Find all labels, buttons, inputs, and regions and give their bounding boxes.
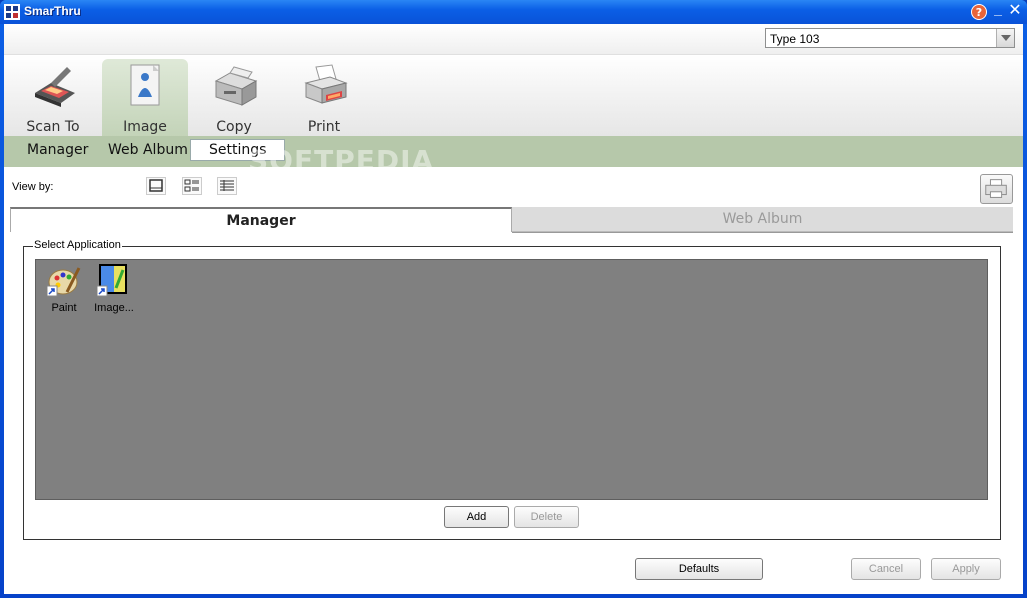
close-button[interactable]: ✕ (1007, 3, 1023, 19)
tab-copy[interactable]: Copy (191, 59, 277, 137)
view-large-icon[interactable] (146, 177, 166, 195)
section-divider (512, 232, 1013, 233)
smarthru-app-icon (4, 4, 20, 20)
view-list-icon[interactable] (217, 177, 237, 195)
image-icon (130, 64, 160, 106)
section-tabs: Manager Web Album (10, 207, 1013, 233)
client-area: Type 103 Scan To Image Copy Print Manage… (4, 24, 1023, 594)
paint-icon (47, 267, 81, 297)
image-editor-icon (97, 264, 127, 297)
printer-small-icon (985, 179, 1007, 198)
svg-text:?: ? (976, 6, 982, 19)
view-by-label: View by: (12, 181, 54, 193)
tab-print[interactable]: Print (281, 59, 367, 137)
defaults-button[interactable]: Defaults (635, 558, 763, 580)
view-details-icon[interactable] (182, 177, 202, 195)
device-combo-value: Type 103 (770, 32, 820, 46)
device-combo[interactable]: Type 103 (765, 28, 1015, 48)
print-button[interactable] (980, 174, 1013, 204)
tab-label: Scan To (26, 119, 80, 135)
view-bar: View by: (4, 167, 1023, 207)
main-tabs: Scan To Image Copy Print (4, 54, 1023, 137)
subtab-manager[interactable]: Manager (27, 142, 88, 158)
application-list[interactable]: Paint Image... (35, 259, 988, 500)
delete-button[interactable]: Delete (514, 506, 579, 528)
top-strip: Type 103 (4, 24, 1023, 54)
scanner-icon (35, 67, 75, 107)
app-window: SmarThru ? _ ✕ Type 103 Scan To Image Co… (0, 0, 1027, 598)
section-tab-manager[interactable]: Manager (10, 207, 512, 232)
window-title: SmarThru (24, 4, 81, 18)
apply-button[interactable]: Apply (931, 558, 1001, 580)
tab-image[interactable]: Image (102, 59, 188, 137)
add-button[interactable]: Add (444, 506, 509, 528)
app-label: Paint (51, 302, 77, 314)
tab-label: Print (307, 119, 341, 135)
app-item-paint[interactable]: Paint (38, 264, 90, 314)
section-tab-web-album[interactable]: Web Album (512, 207, 1013, 232)
combo-dropdown-button[interactable] (996, 29, 1014, 47)
help-icon[interactable]: ? (971, 4, 987, 20)
title-bar[interactable]: SmarThru ? _ ✕ (0, 0, 1027, 24)
select-application-group: Select Application Paint Image... Add De… (23, 239, 1001, 540)
app-label: Image... (94, 302, 134, 314)
tab-label: Image (123, 119, 167, 135)
cancel-button[interactable]: Cancel (851, 558, 921, 580)
sub-tabs: Manager Web Album Settings (4, 136, 1023, 167)
tab-scan-to[interactable]: Scan To (10, 59, 96, 137)
tab-label: Copy (216, 119, 252, 135)
copier-icon (214, 66, 258, 106)
subtab-web-album[interactable]: Web Album (108, 142, 188, 158)
printer-icon (304, 64, 348, 104)
minimize-button[interactable]: _ (991, 2, 1005, 18)
group-legend: Select Application (33, 239, 122, 251)
app-item-image[interactable]: Image... (88, 264, 140, 314)
